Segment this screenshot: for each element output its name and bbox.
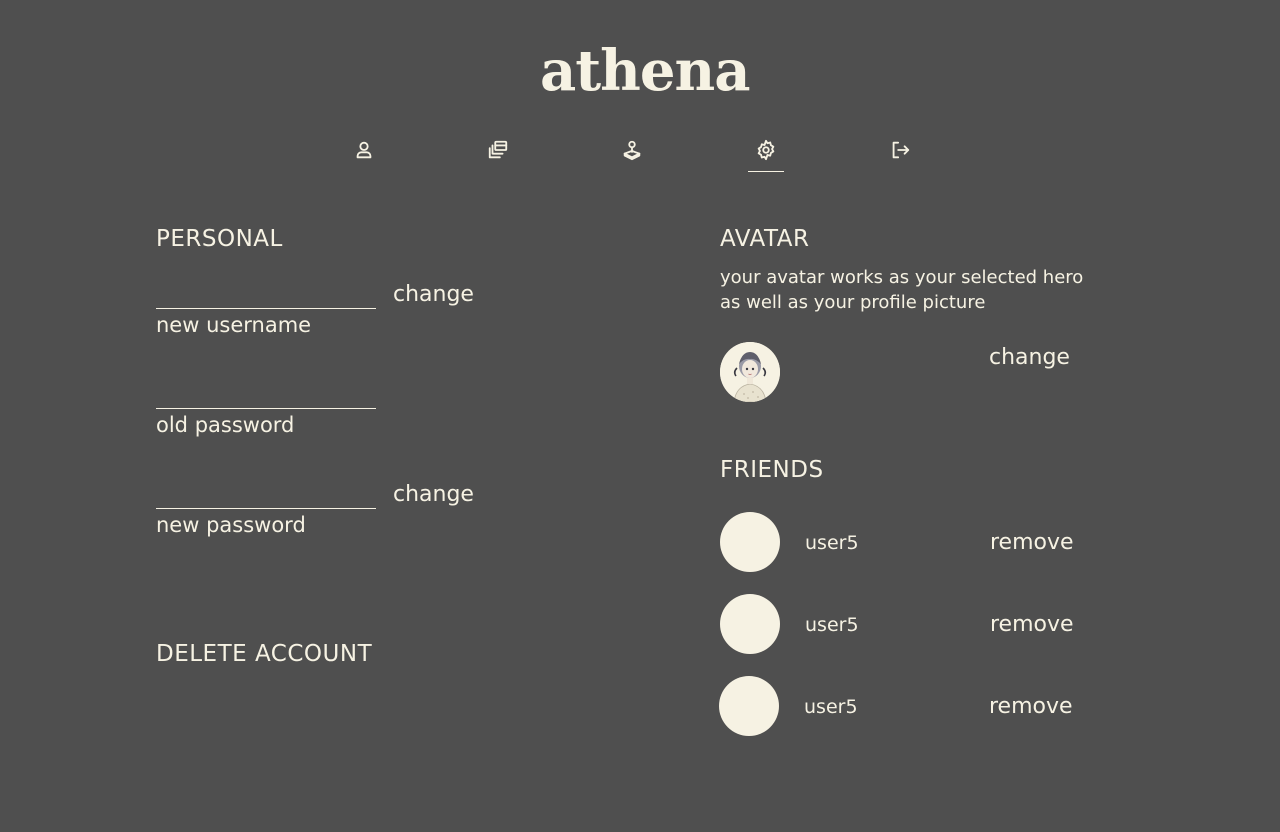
personal-title: PERSONAL bbox=[156, 226, 283, 252]
gear-icon bbox=[757, 139, 775, 161]
logout-icon bbox=[892, 141, 910, 159]
user-icon bbox=[356, 141, 372, 159]
old-password-caption: old password bbox=[156, 413, 295, 437]
nav-logout[interactable] bbox=[882, 132, 918, 172]
avatar-description: your avatar works as your selected hero … bbox=[720, 267, 1084, 313]
nav-game[interactable] bbox=[614, 132, 650, 172]
nav-profile[interactable] bbox=[346, 132, 382, 172]
remove-friend-button[interactable]: remove bbox=[990, 611, 1074, 639]
friend-avatar bbox=[720, 594, 780, 654]
joystick-icon bbox=[623, 140, 641, 161]
settings-page: athena PERSONAL change new username old … bbox=[0, 0, 1280, 832]
avatar-title: AVATAR bbox=[720, 226, 810, 252]
old-password-field[interactable] bbox=[156, 380, 376, 409]
gallery-icon bbox=[488, 140, 508, 159]
change-avatar-button[interactable]: change bbox=[989, 344, 1070, 372]
friends-title: FRIENDS bbox=[720, 457, 824, 483]
friend-name: user5 bbox=[804, 696, 858, 718]
friend-avatar bbox=[720, 512, 780, 572]
username-caption: new username bbox=[156, 313, 312, 337]
delete-account-button[interactable]: DELETE ACCOUNT bbox=[156, 640, 372, 668]
new-password-field[interactable] bbox=[156, 480, 376, 509]
friend-avatar bbox=[719, 676, 779, 736]
nav-settings[interactable] bbox=[748, 132, 784, 172]
friend-name: user5 bbox=[805, 614, 859, 636]
change-password-button[interactable]: change bbox=[393, 481, 474, 509]
change-username-button[interactable]: change bbox=[393, 281, 474, 309]
username-field[interactable] bbox=[156, 280, 376, 309]
nav-gallery[interactable] bbox=[480, 132, 516, 172]
remove-friend-button[interactable]: remove bbox=[989, 693, 1073, 721]
avatar-image bbox=[720, 342, 780, 402]
friend-name: user5 bbox=[805, 532, 859, 554]
new-password-caption: new password bbox=[156, 513, 306, 537]
remove-friend-button[interactable]: remove bbox=[990, 529, 1074, 557]
avatar-illustration bbox=[720, 342, 780, 402]
app-logo: athena bbox=[540, 38, 751, 104]
